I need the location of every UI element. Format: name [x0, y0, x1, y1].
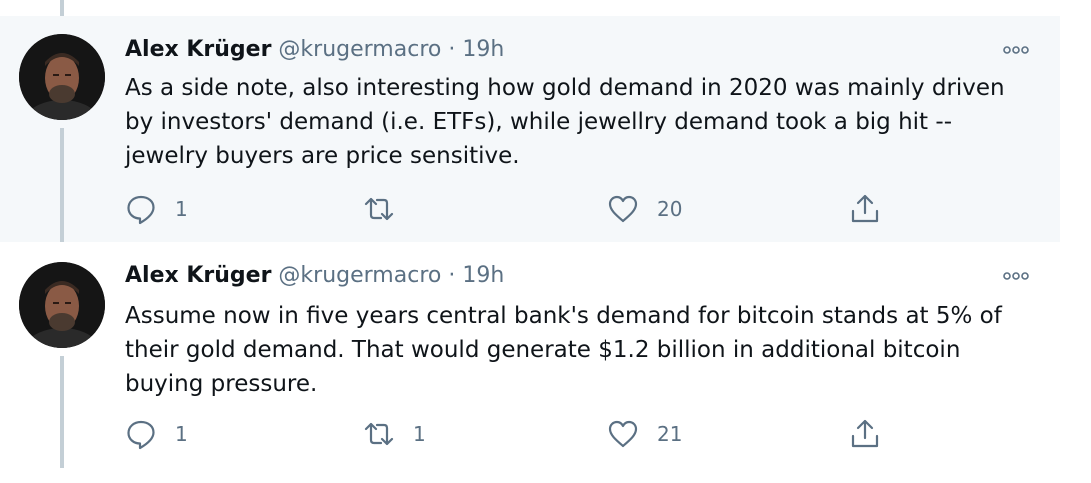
- thread-connector-line: [60, 0, 64, 16]
- tweet-text: Assume now in five years central bank's …: [125, 303, 1002, 397]
- thread-connector-line: [60, 128, 64, 242]
- tweet-header: Alex Krüger @krugermacro · 19h: [125, 36, 504, 64]
- heart-icon: [607, 193, 639, 225]
- avatar[interactable]: [19, 262, 105, 348]
- reply-count: 1: [175, 197, 188, 221]
- tweet[interactable]: Alex Krüger @krugermacro · 19h As a side…: [0, 16, 1060, 242]
- heart-icon: [607, 418, 639, 450]
- reply-button[interactable]: 1: [125, 192, 188, 226]
- tweet[interactable]: Alex Krüger @krugermacro · 19h Assume no…: [0, 242, 1060, 483]
- retweet-button[interactable]: 1: [363, 417, 426, 451]
- like-button[interactable]: 20: [607, 192, 682, 226]
- share-button[interactable]: [849, 192, 881, 226]
- like-button[interactable]: 21: [607, 417, 682, 451]
- more-options-icon[interactable]: [1002, 40, 1030, 60]
- like-count: 20: [657, 197, 683, 221]
- timestamp[interactable]: 19h: [462, 263, 504, 288]
- thread-connector-line: [60, 356, 64, 468]
- author-handle[interactable]: @krugermacro: [278, 263, 441, 288]
- separator-dot: ·: [448, 37, 456, 62]
- share-icon: [849, 418, 881, 450]
- author-handle[interactable]: @krugermacro: [278, 37, 441, 62]
- tweet-actions: 1 20: [125, 192, 905, 226]
- retweet-count: 1: [413, 422, 426, 446]
- like-count: 21: [657, 422, 683, 446]
- reply-icon: [125, 418, 157, 450]
- retweet-icon: [363, 193, 395, 225]
- share-icon: [849, 193, 881, 225]
- avatar[interactable]: [19, 34, 105, 120]
- tweet-thread: Alex Krüger @krugermacro · 19h As a side…: [0, 0, 1091, 483]
- author-name[interactable]: Alex Krüger: [125, 37, 271, 62]
- timestamp[interactable]: 19h: [462, 37, 504, 62]
- share-button[interactable]: [849, 417, 881, 451]
- tweet-actions: 1 1 21: [125, 417, 905, 451]
- more-options-icon[interactable]: [1002, 266, 1030, 286]
- tweet-text: As a side note, also interesting how gol…: [125, 75, 1005, 169]
- reply-button[interactable]: 1: [125, 417, 188, 451]
- reply-count: 1: [175, 422, 188, 446]
- reply-icon: [125, 193, 157, 225]
- retweet-button[interactable]: [363, 192, 413, 226]
- separator-dot: ·: [448, 263, 456, 288]
- retweet-icon: [363, 418, 395, 450]
- tweet-header: Alex Krüger @krugermacro · 19h: [125, 262, 504, 290]
- author-name[interactable]: Alex Krüger: [125, 263, 271, 288]
